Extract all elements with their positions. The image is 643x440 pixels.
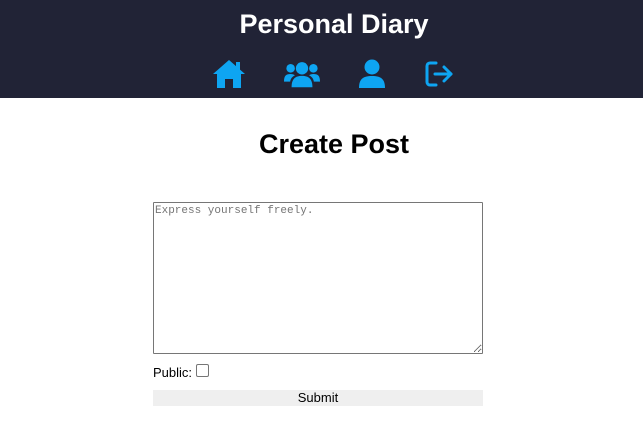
public-option: Public: — [153, 363, 210, 381]
user-icon[interactable] — [354, 58, 390, 90]
app-title: Personal Diary — [239, 9, 429, 39]
post-content-textarea[interactable] — [153, 202, 483, 354]
submit-button[interactable]: Submit — [153, 390, 483, 406]
users-icon[interactable] — [284, 58, 320, 90]
logout-icon[interactable] — [422, 58, 458, 90]
public-checkbox[interactable] — [196, 363, 210, 377]
page-title: Create Post — [258, 129, 410, 159]
home-icon[interactable] — [211, 58, 247, 90]
site-header: Personal Diary — [0, 0, 643, 98]
public-label: Public: — [153, 364, 193, 380]
